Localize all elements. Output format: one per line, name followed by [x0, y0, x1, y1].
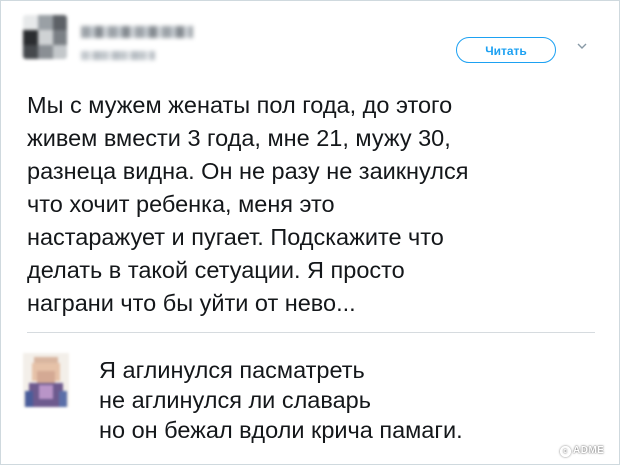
- watermark: c ADME: [560, 445, 604, 457]
- follow-button[interactable]: Читать: [456, 37, 556, 63]
- tweet-text-line: живем вмести 3 года, мне 21, мужу 30,: [27, 125, 451, 151]
- reply-text-line: Я аглинулся пасматреть: [99, 357, 365, 383]
- chevron-down-icon[interactable]: [575, 39, 589, 53]
- reply-avatar[interactable]: [23, 353, 69, 407]
- tweet-text-line: что хочит ребенка, меня это: [27, 191, 335, 217]
- tweet-text-line: Мы с мужем женаты пол года, до этого: [27, 92, 453, 118]
- tweet-text-line: разнеца видна. Он не разу не заикнулся: [27, 158, 469, 184]
- tweet-text-line: настаражует и пугает. Подскажите что: [27, 224, 444, 250]
- tweet-text-line: награни что бы уйти от нево...: [27, 290, 356, 316]
- reply-text: Я аглинулся пасматреть не аглинулся ли с…: [99, 355, 463, 445]
- tweet-card: Читать Мы с мужем женаты пол года, до эт…: [0, 0, 620, 465]
- author-name-blurred[interactable]: [81, 26, 193, 38]
- author-handle-blurred: [81, 51, 155, 60]
- reply-text-line: не аглинулся ли славарь: [99, 387, 371, 413]
- tweet-text-line: делать в такой сетуации. Я просто: [27, 257, 405, 283]
- divider: [27, 332, 595, 333]
- tweet-text: Мы с мужем женаты пол года, до этого жив…: [27, 89, 597, 320]
- watermark-text: ADME: [573, 445, 605, 456]
- author-avatar[interactable]: [23, 15, 67, 59]
- copyright-icon: c: [560, 446, 571, 457]
- reply-text-line: но он бежал вдоли крича памаги.: [99, 417, 463, 443]
